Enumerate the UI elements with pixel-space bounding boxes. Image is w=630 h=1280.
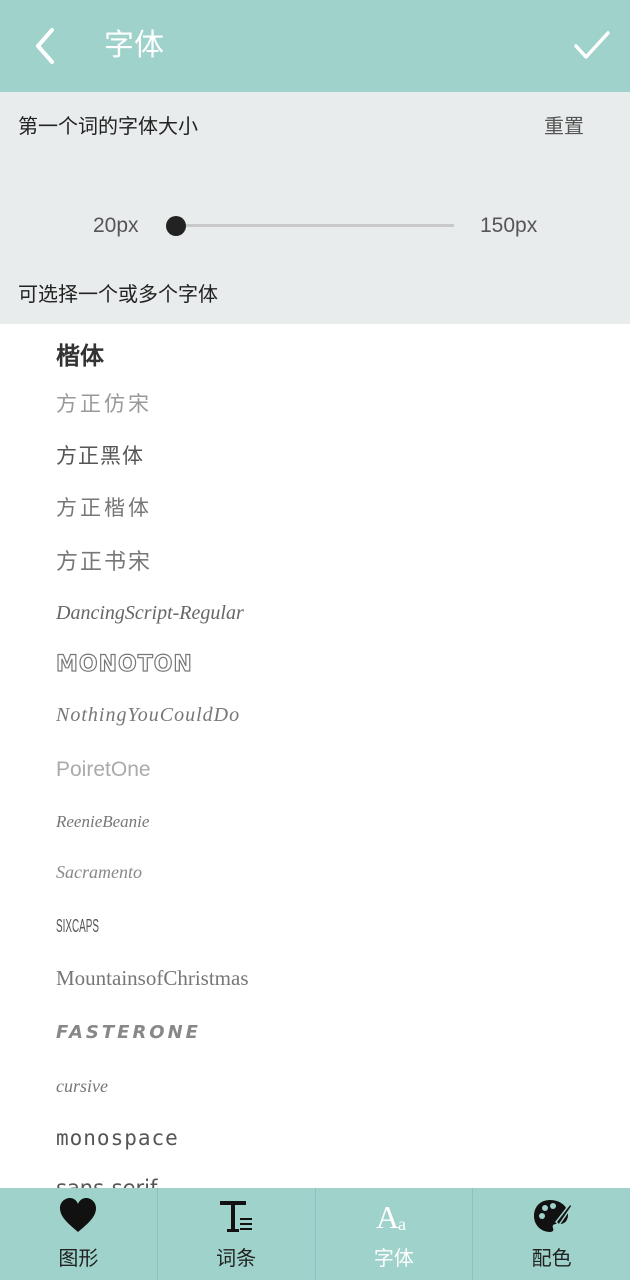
font-item-poiret-one[interactable]: PoiretOne [56,758,151,782]
confirm-check-icon[interactable] [570,26,614,66]
font-aa-icon: A a [374,1196,414,1240]
nav-tab-font[interactable]: A a 字体 [316,1188,474,1280]
font-item-fangzheng-shusong[interactable]: 方正书宋 [56,544,152,576]
font-item-reenie-beanie[interactable]: ReenieBeanie [56,812,149,832]
font-item-sans-serif[interactable]: sans-serif [56,1176,157,1188]
font-item-monoton[interactable]: MONOTON [55,651,193,677]
nav-label-shape: 图形 [58,1246,99,1270]
font-size-settings: 第一个词的字体大小 重置 20px 150px 可选择一个或多个字体 [0,92,630,324]
page-title: 字体 [104,28,164,63]
svg-text:A: A [376,1199,399,1235]
app-header: 字体 [0,0,630,92]
font-item-sacramento[interactable]: Sacramento [56,862,142,883]
back-arrow-icon[interactable] [26,24,66,68]
font-size-label: 第一个词的字体大小 [18,114,198,138]
font-item-six-caps[interactable]: SIXCAPS [56,916,99,937]
font-item-cursive[interactable]: cursive [56,1076,108,1097]
reset-button[interactable]: 重置 [544,110,584,139]
font-item-faster-one[interactable]: FASTERONE [56,1022,201,1043]
slider-min-label: 20px [93,214,139,237]
font-item-fangzheng-fangsong[interactable]: 方正仿宋 [56,388,152,418]
slider-max-label: 150px [480,214,538,237]
font-item-fangzheng-kaiti[interactable]: 方正楷体 [56,492,152,522]
bottom-nav: 图形 词条 A a 字体 配色 [0,1188,630,1280]
nav-label-color: 配色 [531,1246,572,1270]
palette-icon [532,1196,573,1240]
font-size-slider-track[interactable] [174,224,454,227]
nav-label-font: 字体 [373,1246,414,1270]
nav-label-words: 词条 [216,1246,257,1270]
font-selection-hint: 可选择一个或多个字体 [18,282,218,306]
font-item-nothing-you-could-do[interactable]: NothingYouCouldDo [56,704,240,727]
nav-tab-shape[interactable]: 图形 [0,1188,158,1280]
svg-text:a: a [398,1214,406,1234]
font-item-monospace[interactable]: monospace [56,1126,179,1150]
font-item-kaiti[interactable]: 楷体 [56,336,104,371]
heart-icon [58,1196,98,1240]
font-item-dancing-script[interactable]: DancingScript-Regular [56,602,244,625]
font-item-mountains-of-christmas[interactable]: MountainsofChristmas [56,966,249,991]
nav-tab-color[interactable]: 配色 [473,1188,630,1280]
nav-tab-words[interactable]: 词条 [158,1188,316,1280]
font-item-fangzheng-heiti[interactable]: 方正黑体 [56,440,144,470]
text-format-icon [216,1196,256,1240]
font-list: 楷体 方正仿宋 方正黑体 方正楷体 方正书宋 DancingScript-Reg… [0,324,630,1188]
font-size-slider-thumb[interactable] [166,216,186,236]
